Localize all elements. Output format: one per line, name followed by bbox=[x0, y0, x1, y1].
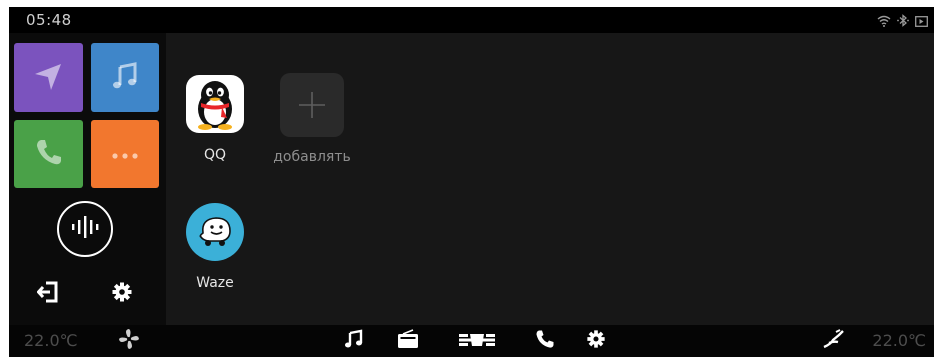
bottom-bar: 22.0℃ 22.0℃ bbox=[9, 325, 934, 357]
app-label: Waze bbox=[196, 275, 234, 291]
sidebar bbox=[9, 33, 166, 325]
phone-button[interactable] bbox=[533, 330, 557, 352]
music-note-icon bbox=[109, 60, 141, 96]
app-label: добавлять bbox=[273, 149, 351, 165]
radio-icon bbox=[397, 329, 419, 353]
app-launcher: QQ добавлять Waze bbox=[166, 33, 934, 325]
music-tile[interactable] bbox=[91, 43, 159, 112]
app-label: QQ bbox=[203, 147, 227, 163]
fan-icon bbox=[118, 328, 140, 354]
car-button[interactable] bbox=[457, 330, 497, 352]
more-tile[interactable] bbox=[91, 120, 159, 188]
gear-icon bbox=[586, 329, 606, 353]
more-dots-icon bbox=[110, 145, 140, 164]
app-qq[interactable]: QQ bbox=[170, 75, 260, 163]
radio-button[interactable] bbox=[396, 329, 420, 353]
bluetooth-icon bbox=[897, 12, 909, 31]
exit-icon bbox=[36, 281, 59, 307]
add-plus-icon bbox=[280, 73, 344, 137]
status-icons bbox=[877, 12, 928, 31]
fan-button[interactable] bbox=[117, 328, 141, 354]
navigation-tile[interactable] bbox=[14, 43, 83, 112]
music-button[interactable] bbox=[342, 329, 366, 353]
status-bar: 05:48 bbox=[9, 7, 934, 33]
right-temperature[interactable]: 22.0℃ bbox=[872, 331, 926, 350]
navigation-arrow-icon bbox=[31, 58, 67, 98]
qq-penguin-icon bbox=[186, 75, 244, 133]
phone-icon bbox=[33, 136, 65, 172]
exit-button[interactable] bbox=[35, 281, 61, 307]
phone-tile[interactable] bbox=[14, 120, 83, 188]
waze-icon bbox=[186, 203, 244, 261]
screen-mirror-icon bbox=[915, 12, 928, 31]
left-temperature[interactable]: 22.0℃ bbox=[24, 331, 78, 350]
car-grille-icon bbox=[458, 332, 496, 351]
sidebar-settings-button[interactable] bbox=[109, 281, 135, 307]
settings-button[interactable] bbox=[584, 330, 608, 352]
app-waze[interactable]: Waze bbox=[170, 203, 260, 291]
seat-heat-button[interactable] bbox=[822, 329, 846, 353]
phone-icon bbox=[535, 329, 555, 353]
clock-time: 05:48 bbox=[26, 11, 72, 29]
app-add[interactable]: добавлять bbox=[267, 73, 357, 165]
voice-assistant-button[interactable] bbox=[57, 201, 113, 257]
gear-icon bbox=[111, 281, 133, 307]
music-note-icon bbox=[344, 329, 364, 353]
voice-waveform-icon bbox=[70, 215, 100, 243]
seat-heat-icon bbox=[822, 329, 846, 353]
car-display-screen: 05:48 QQ добавлять Waze 22.0℃ 22.0℃ bbox=[9, 7, 934, 357]
wifi-icon bbox=[877, 12, 891, 31]
